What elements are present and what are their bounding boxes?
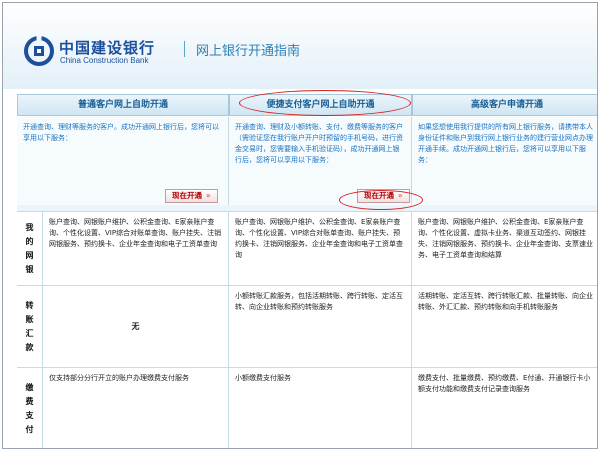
cell-quickpay-payment: 小额缴费支付服务 (229, 368, 412, 448)
logo-english-name: China Construction Bank (60, 56, 149, 65)
open-now-label: 现在开通 (172, 191, 202, 200)
header: 中国建设银行 China Construction Bank 网上银行开通指南 (3, 3, 597, 89)
cell-advanced-payment: 缴费支付、批量缴费、预约缴费、E付通、开通银行卡小额支付功能和缴费支付记录查询服… (412, 368, 597, 448)
cell-advanced-transfer: 活期转账、定活互转、跨行转账汇款、批量转账、向企业转账、外汇汇款、预约转账和向手… (412, 286, 597, 368)
logo-chinese-name: 中国建设银行 (59, 39, 156, 57)
row-label-transfer: 转账汇款 (17, 286, 43, 368)
cell-quickpay-transfer: 小额转账汇款服务，包括活期转账、跨行转账、定活互转、向企业转账和预约转账服务 (229, 286, 412, 368)
intro-advanced-text: 如果您想使用我行提供的所有网上银行服务，请携带本人身份证件和账户到我行网上银行业… (418, 123, 593, 164)
cell-standard-my-ebank: 账户查询、网银账户维护、公积金查询、E家亲账户查询、个性化设置、VIP综合对账单… (43, 212, 229, 286)
intro-advanced: 如果您想使用我行提供的所有网上银行服务，请携带本人身份证件和账户到我行网上银行业… (412, 117, 597, 205)
col-header-advanced: 高级客户申请开通 (412, 94, 597, 116)
row-label-payment: 缴费支付 (17, 368, 43, 448)
intro-quickpay-text: 开通查询、理财及小额转账、支付、缴费等服务的客户（需验证您在我行账户开户时预留的… (235, 123, 403, 164)
cell-advanced-my-ebank: 账户查询、网银账户维护、公积金查询、E家亲账户查询、个性化设置、虚拟卡业务、渠道… (412, 212, 597, 286)
ccb-logo-icon (24, 36, 54, 66)
row-divider-band (17, 205, 597, 212)
highlight-oval-title (239, 90, 411, 116)
page-frame: 中国建设银行 China Construction Bank 网上银行开通指南 … (2, 2, 598, 449)
page-title: 网上银行开通指南 (196, 44, 301, 59)
col-header-standard: 普通客户网上自助开通 (17, 94, 229, 116)
service-table: 普通客户网上自助开通 便捷支付客户网上自助开通 高级客户申请开通 开通查询、理财… (17, 90, 597, 448)
cell-standard-transfer: 无 (43, 286, 229, 368)
cell-standard-payment: 仅支持部分分行开立的账户办理缴费支付服务 (43, 368, 229, 448)
intro-standard-text: 开通查询、理财等服务的客户。成功开通网上银行后，您将可以享用以下服务： (23, 123, 219, 142)
cell-quickpay-my-ebank: 账户查询、网银账户维护、公积金查询、E家亲账户查询、个性化设置、VIP综合对账单… (229, 212, 412, 286)
header-divider (184, 41, 185, 57)
open-now-button-standard[interactable]: 现在开通 » (165, 189, 218, 203)
double-arrow-icon: » (206, 191, 211, 200)
highlight-oval-button (339, 190, 423, 210)
row-label-my-ebank: 我的网银 (17, 212, 43, 286)
intro-standard: 开通查询、理财等服务的客户。成功开通网上银行后，您将可以享用以下服务： 现在开通… (17, 117, 229, 205)
